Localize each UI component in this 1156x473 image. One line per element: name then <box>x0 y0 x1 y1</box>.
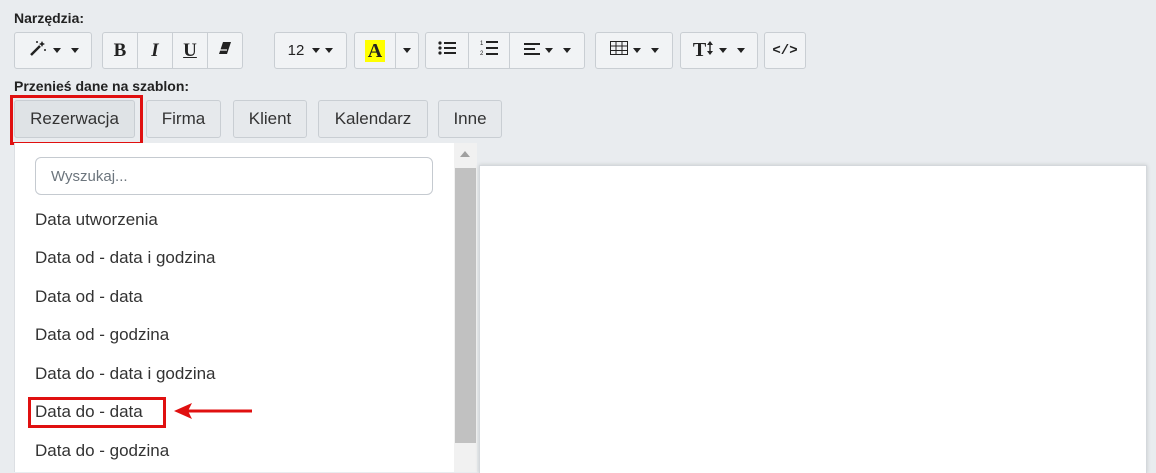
list-group: 12 <box>425 32 585 70</box>
table-icon <box>609 41 628 60</box>
table-dropdown[interactable] <box>595 32 673 69</box>
svg-text:1: 1 <box>480 41 484 47</box>
table-group <box>595 32 673 70</box>
font-size-group: 12 <box>274 32 347 70</box>
eraser-icon <box>218 41 232 60</box>
magic-wand-icon <box>28 39 48 62</box>
highlight-icon: A <box>364 39 386 62</box>
field-item[interactable]: Data utworzenia <box>35 210 158 230</box>
caret-down-icon <box>403 48 411 53</box>
field-item[interactable]: Data do - godzina <box>35 441 169 461</box>
code-group: </> <box>764 32 806 70</box>
line-height-group: T <box>680 32 758 70</box>
color-dropdown-toggle[interactable] <box>395 32 419 69</box>
style-group <box>14 32 92 70</box>
tab-inne[interactable]: Inne <box>438 100 502 138</box>
code-view-button[interactable]: </> <box>764 32 806 69</box>
magic-style-dropdown[interactable] <box>14 32 92 69</box>
caret-down-icon <box>52 48 61 53</box>
tab-klient[interactable]: Klient <box>233 100 307 138</box>
caret-down-icon <box>737 48 746 53</box>
underline-button[interactable]: U <box>172 32 208 69</box>
format-group: B I U <box>102 32 243 70</box>
bullet-list-button[interactable] <box>425 32 469 69</box>
numbered-list-button[interactable]: 12 <box>468 32 510 69</box>
bullet-list-icon <box>438 41 456 60</box>
italic-button[interactable]: I <box>137 32 173 69</box>
tools-label: Narzędzia: <box>14 10 85 26</box>
caret-down-icon <box>325 48 334 53</box>
caret-down-icon <box>312 48 321 53</box>
pointer-arrow-icon <box>172 400 254 427</box>
clear-format-button[interactable] <box>207 32 243 69</box>
caret-down-icon <box>544 48 553 53</box>
editor-canvas[interactable] <box>479 165 1147 473</box>
caret-down-icon <box>632 48 641 53</box>
bold-button[interactable]: B <box>102 32 138 69</box>
font-size-value: 12 <box>287 42 305 59</box>
field-item[interactable]: Data od - godzina <box>35 325 169 345</box>
search-input[interactable]: Wyszukaj... <box>35 157 433 195</box>
svg-text:2: 2 <box>480 51 484 56</box>
field-item[interactable]: Data do - data i godzina <box>35 364 216 384</box>
field-item[interactable]: Data od - data <box>35 287 143 307</box>
font-size-dropdown[interactable]: 12 <box>274 32 347 69</box>
scroll-up-arrow-icon[interactable] <box>460 151 470 157</box>
template-editor-window: Narzędzia: B I U 12 A 1 2 T </> Przenieś… <box>0 0 1156 473</box>
caret-down-icon <box>719 48 728 53</box>
align-left-icon <box>523 42 540 60</box>
align-dropdown[interactable] <box>509 32 585 69</box>
highlight-box-tab <box>10 95 143 145</box>
transfer-data-label: Przenieś dane na szablon: <box>14 78 190 94</box>
tab-kalendarz[interactable]: Kalendarz <box>318 100 428 138</box>
tab-firma[interactable]: Firma <box>146 100 221 138</box>
field-item[interactable]: Data od - data i godzina <box>35 248 216 268</box>
caret-down-icon <box>650 48 659 53</box>
arrows-vertical-icon <box>706 41 714 60</box>
caret-down-icon <box>70 48 79 53</box>
highlight-color-button[interactable]: A <box>354 32 396 69</box>
scrollbar-thumb[interactable] <box>455 168 476 443</box>
line-height-dropdown[interactable]: T <box>680 32 758 69</box>
highlight-box-field <box>28 397 166 428</box>
color-group: A <box>354 32 419 70</box>
text-height-icon: T <box>692 39 707 61</box>
caret-down-icon <box>562 48 571 53</box>
scrollbar[interactable] <box>454 143 477 472</box>
numbered-list-icon: 12 <box>480 40 498 61</box>
